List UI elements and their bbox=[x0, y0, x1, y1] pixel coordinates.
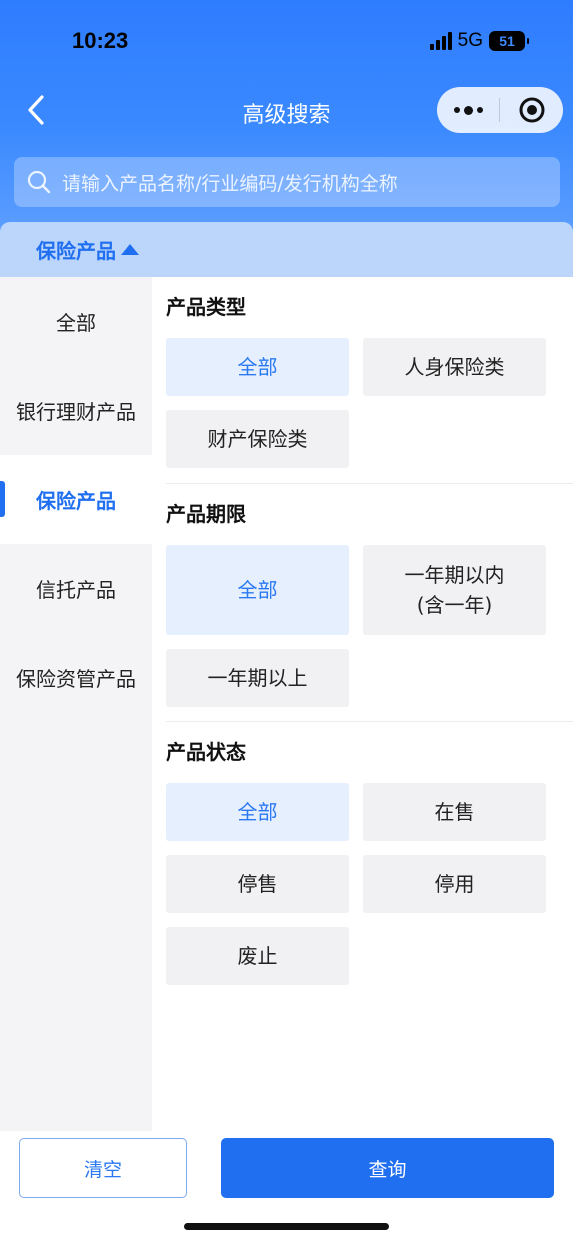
filter-panel: 产品类型 全部 人身保险类 财产保险类 产品期限 全部 一年期以内 (含一年) … bbox=[166, 277, 573, 985]
sidebar-item-label: 保险产品 bbox=[36, 489, 116, 513]
product-status-options: 全部 在售 停售 停用 废止 bbox=[166, 783, 573, 985]
section-title-product-status: 产品状态 bbox=[166, 740, 246, 764]
search-icon bbox=[27, 170, 51, 194]
sidebar-item-label: 银行理财产品 bbox=[16, 400, 136, 424]
battery-icon: 51 bbox=[489, 31, 529, 51]
category-toggle[interactable]: 保险产品 bbox=[0, 222, 573, 277]
triangle-up-icon bbox=[121, 244, 139, 255]
section-title-product-term: 产品期限 bbox=[166, 502, 246, 526]
sidebar-item-bank-wealth[interactable]: 银行理财产品 bbox=[0, 366, 152, 455]
option-status-disabled[interactable]: 停用 bbox=[363, 855, 546, 913]
sidebar-item-label: 保险资管产品 bbox=[16, 667, 136, 691]
option-term-line2: (含一年) bbox=[416, 593, 493, 617]
section-title-product-type: 产品类型 bbox=[166, 295, 246, 319]
sidebar-item-all[interactable]: 全部 bbox=[0, 277, 152, 366]
option-term-all[interactable]: 全部 bbox=[166, 545, 349, 635]
battery-level: 51 bbox=[499, 33, 515, 49]
option-status-all[interactable]: 全部 bbox=[166, 783, 349, 841]
sidebar-item-label: 全部 bbox=[56, 311, 96, 335]
option-term-within-one-year[interactable]: 一年期以内 (含一年) bbox=[363, 545, 546, 635]
sidebar-item-trust[interactable]: 信托产品 bbox=[0, 544, 152, 633]
target-circle-icon[interactable] bbox=[500, 96, 563, 124]
sidebar-item-insurance-asset-mgmt[interactable]: 保险资管产品 bbox=[0, 633, 152, 722]
category-sidebar: 全部 银行理财产品 保险产品 信托产品 保险资管产品 bbox=[0, 277, 152, 1131]
option-type-all[interactable]: 全部 bbox=[166, 338, 349, 396]
option-status-abolished[interactable]: 废止 bbox=[166, 927, 349, 985]
clear-button[interactable]: 清空 bbox=[19, 1138, 187, 1198]
product-type-options: 全部 人身保险类 财产保险类 bbox=[166, 338, 573, 468]
product-term-options: 全部 一年期以内 (含一年) 一年期以上 bbox=[166, 545, 573, 707]
search-placeholder: 请输入产品名称/行业编码/发行机构全称 bbox=[62, 172, 398, 195]
sidebar-item-label: 信托产品 bbox=[36, 578, 116, 602]
option-status-suspended[interactable]: 停售 bbox=[166, 855, 349, 913]
sidebar-item-insurance[interactable]: 保险产品 bbox=[0, 455, 152, 544]
mini-program-capsule bbox=[437, 87, 563, 133]
category-label: 保险产品 bbox=[36, 239, 116, 263]
status-time: 10:23 bbox=[72, 28, 129, 53]
option-status-on-sale[interactable]: 在售 bbox=[363, 783, 546, 841]
status-indicators: 5G 51 bbox=[429, 30, 529, 52]
option-type-life[interactable]: 人身保险类 bbox=[363, 338, 546, 396]
option-type-property[interactable]: 财产保险类 bbox=[166, 410, 349, 468]
option-term-line1: 一年期以内 bbox=[404, 563, 505, 587]
search-input[interactable]: 请输入产品名称/行业编码/发行机构全称 bbox=[14, 157, 560, 207]
option-term-over-one-year[interactable]: 一年期以上 bbox=[166, 649, 349, 707]
more-dots-icon[interactable] bbox=[437, 105, 499, 115]
bottom-action-bar: 清空 查询 bbox=[0, 1131, 573, 1243]
query-button[interactable]: 查询 bbox=[221, 1138, 554, 1198]
home-indicator bbox=[184, 1223, 389, 1230]
signal-icon bbox=[429, 32, 452, 50]
network-type: 5G bbox=[457, 30, 483, 51]
